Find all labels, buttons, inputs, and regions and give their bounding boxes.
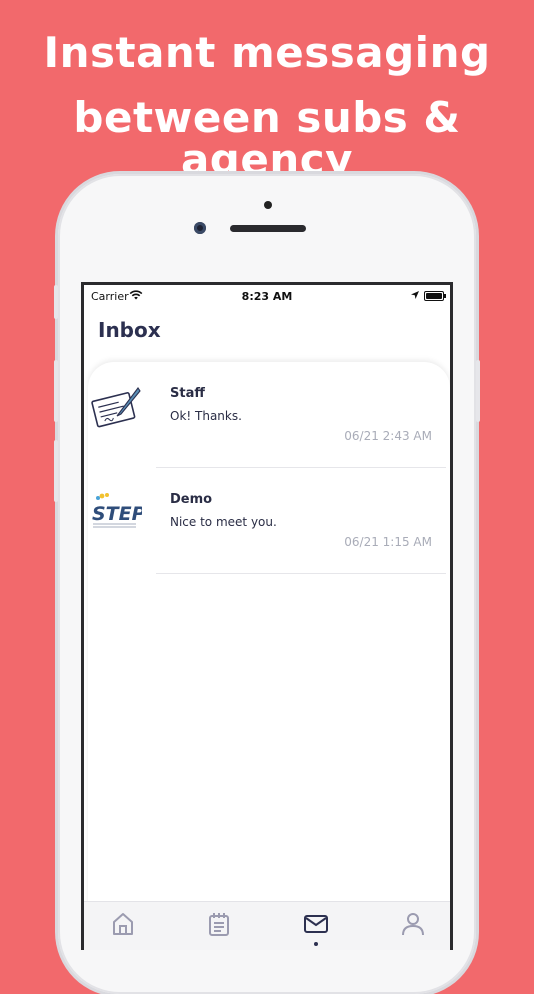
message-sender: Demo	[170, 492, 213, 507]
mail-icon	[304, 915, 328, 933]
tab-inbox[interactable]	[302, 910, 330, 946]
phone-side-button	[476, 360, 480, 422]
phone-side-button	[54, 360, 58, 422]
app-screen: Carrier 8:23 AM Inbox Staff Ok! Thanks. …	[81, 282, 453, 950]
message-timestamp: 06/21 1:15 AM	[344, 535, 432, 549]
divider	[156, 573, 446, 574]
phone-side-button	[54, 440, 58, 502]
location-arrow-icon	[411, 291, 419, 299]
notepad-icon	[209, 913, 229, 936]
tab-notepad[interactable]	[205, 910, 233, 938]
status-bar: Carrier 8:23 AM	[84, 285, 450, 307]
headline-line-2: between subs & agency	[73, 93, 461, 184]
message-preview: Ok! Thanks.	[170, 409, 242, 423]
tab-bar	[84, 901, 450, 950]
signature-document-icon	[91, 387, 141, 428]
phone-sensor	[264, 201, 272, 209]
home-icon	[113, 913, 133, 935]
tab-profile[interactable]	[399, 910, 427, 938]
message-item-staff[interactable]: Staff Ok! Thanks. 06/21 2:43 AM	[88, 362, 450, 468]
page-title: Inbox	[98, 318, 161, 342]
headline-line-1: Instant messaging	[43, 28, 491, 77]
phone-speaker	[230, 225, 306, 232]
message-sender: Staff	[170, 386, 205, 401]
phone-camera	[194, 222, 206, 234]
tab-home[interactable]	[109, 910, 137, 938]
step-logo-text: STEP	[92, 503, 142, 525]
battery-icon	[424, 291, 446, 301]
message-preview: Nice to meet you.	[170, 515, 277, 529]
step-logo: STEP	[92, 493, 142, 528]
phone-side-button	[54, 285, 58, 319]
message-list: Staff Ok! Thanks. 06/21 2:43 AM STEP Dem…	[88, 362, 450, 922]
user-icon	[402, 913, 424, 936]
message-timestamp: 06/21 2:43 AM	[344, 429, 432, 443]
active-tab-indicator	[314, 942, 318, 946]
clock: 8:23 AM	[241, 290, 293, 303]
message-item-demo[interactable]: STEP Demo Nice to meet you. 06/21 1:15 A…	[88, 468, 450, 574]
